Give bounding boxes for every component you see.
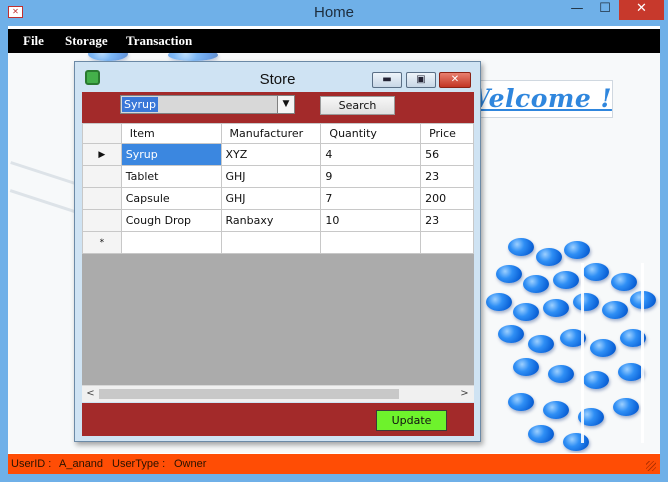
item-search-combobox[interactable]: Syrup bbox=[120, 95, 295, 114]
window-border-right bbox=[660, 26, 668, 476]
store-close-button[interactable]: ✕ bbox=[439, 72, 471, 88]
pill-image bbox=[543, 401, 569, 419]
store-datagrid[interactable]: Item Manufacturer Quantity Price ▶ Syrup… bbox=[82, 123, 474, 401]
table-cell[interactable]: Ranbaxy bbox=[220, 209, 322, 232]
pill-image bbox=[508, 238, 534, 256]
table-cell[interactable]: 4 bbox=[320, 143, 422, 166]
userid-value: A_anand bbox=[59, 458, 104, 470]
table-cell[interactable]: 23 bbox=[420, 165, 474, 188]
pill-image bbox=[508, 393, 534, 411]
pill-image bbox=[543, 299, 569, 317]
pill-image bbox=[563, 433, 589, 451]
table-row[interactable]: Cough Drop Ranbaxy 10 23 bbox=[82, 209, 474, 232]
row-header-corner bbox=[82, 123, 122, 144]
resize-grip-icon[interactable] bbox=[646, 461, 656, 471]
table-cell[interactable]: XYZ bbox=[220, 143, 322, 166]
table-cell[interactable]: Tablet bbox=[120, 165, 222, 188]
pill-image bbox=[590, 339, 616, 357]
window-border-bottom bbox=[0, 474, 668, 482]
window-border-left bbox=[0, 26, 8, 476]
new-row[interactable]: * bbox=[82, 231, 474, 254]
table-row[interactable]: Tablet GHJ 9 23 bbox=[82, 165, 474, 188]
table-cell[interactable]: 7 bbox=[320, 187, 422, 210]
table-cell[interactable]: 9 bbox=[320, 165, 422, 188]
table-cell[interactable]: Cough Drop bbox=[120, 209, 222, 232]
pill-image bbox=[583, 263, 609, 281]
new-row-icon[interactable]: * bbox=[82, 231, 122, 254]
pill-image bbox=[513, 358, 539, 376]
pill-image bbox=[564, 241, 590, 259]
table-cell[interactable]: 23 bbox=[420, 209, 474, 232]
table-cell[interactable]: 200 bbox=[420, 187, 474, 210]
table-cell[interactable]: 10 bbox=[320, 209, 422, 232]
decor-stripe bbox=[641, 263, 644, 443]
menu-file[interactable]: File bbox=[23, 33, 44, 49]
scrollbar-thumb[interactable] bbox=[99, 389, 399, 399]
pill-image bbox=[553, 271, 579, 289]
store-maximize-button[interactable]: ▣ bbox=[406, 72, 436, 88]
maximize-button[interactable]: ☐ bbox=[592, 0, 618, 20]
main-titlebar[interactable]: ✕ Home — ☐ ✕ bbox=[0, 0, 668, 26]
menu-bar: File Storage Transaction bbox=[8, 29, 660, 53]
scroll-left-icon[interactable]: < bbox=[83, 387, 98, 401]
row-header[interactable] bbox=[82, 209, 122, 232]
row-header[interactable] bbox=[82, 187, 122, 210]
table-cell[interactable]: 56 bbox=[420, 143, 474, 166]
table-cell[interactable]: GHJ bbox=[220, 165, 322, 188]
pill-image bbox=[536, 248, 562, 266]
horizontal-scrollbar[interactable]: < > bbox=[82, 385, 474, 402]
table-row[interactable]: ▶ Syrup XYZ 4 56 bbox=[82, 143, 474, 166]
menu-storage[interactable]: Storage bbox=[65, 33, 108, 49]
table-cell[interactable]: Capsule bbox=[120, 187, 222, 210]
table-cell[interactable] bbox=[120, 231, 222, 254]
pill-image bbox=[602, 301, 628, 319]
pill-image bbox=[528, 425, 554, 443]
usertype-value: Owner bbox=[174, 458, 207, 470]
menu-transaction[interactable]: Transaction bbox=[126, 33, 192, 49]
item-search-value: Syrup bbox=[122, 97, 158, 112]
close-button[interactable]: ✕ bbox=[619, 0, 664, 20]
welcome-banner: Welcome ! bbox=[461, 80, 613, 118]
userid-label: UserID : bbox=[11, 458, 52, 470]
row-header[interactable] bbox=[82, 165, 122, 188]
pill-image bbox=[498, 325, 524, 343]
search-button[interactable]: Search bbox=[320, 96, 395, 115]
pill-image bbox=[523, 275, 549, 293]
current-row-icon[interactable]: ▶ bbox=[82, 143, 122, 166]
decor-stripe bbox=[581, 263, 584, 443]
table-cell[interactable] bbox=[320, 231, 422, 254]
status-bar: UserID : A_anand UserType : Owner bbox=[8, 454, 660, 474]
update-button[interactable]: Update bbox=[376, 410, 447, 431]
minimize-button[interactable]: — bbox=[564, 0, 590, 20]
pill-image bbox=[496, 265, 522, 283]
column-header-price[interactable]: Price bbox=[420, 123, 474, 144]
pill-image bbox=[611, 273, 637, 291]
pill-image bbox=[168, 53, 218, 61]
pill-image bbox=[513, 303, 539, 321]
search-panel: Syrup ▼ Search bbox=[82, 92, 474, 123]
table-cell[interactable]: Syrup bbox=[120, 143, 222, 166]
column-header-item[interactable]: Item bbox=[120, 123, 222, 144]
pill-image bbox=[486, 293, 512, 311]
scroll-right-icon[interactable]: > bbox=[457, 387, 472, 401]
table-cell[interactable] bbox=[420, 231, 474, 254]
pill-image bbox=[583, 371, 609, 389]
pill-image bbox=[548, 365, 574, 383]
table-cell[interactable] bbox=[220, 231, 322, 254]
pill-image bbox=[88, 53, 128, 61]
table-cell[interactable]: GHJ bbox=[220, 187, 322, 210]
column-header-manufacturer[interactable]: Manufacturer bbox=[220, 123, 322, 144]
column-header-quantity[interactable]: Quantity bbox=[320, 123, 422, 144]
pill-image bbox=[613, 398, 639, 416]
store-window: Store ▬ ▣ ✕ Syrup ▼ Search Item Manufact… bbox=[74, 61, 481, 442]
usertype-label: UserType : bbox=[112, 458, 166, 470]
dropdown-arrow-icon[interactable]: ▼ bbox=[277, 95, 295, 114]
action-panel: Update bbox=[82, 403, 474, 436]
store-minimize-button[interactable]: ▬ bbox=[372, 72, 402, 88]
pill-image bbox=[573, 293, 599, 311]
pill-image bbox=[528, 335, 554, 353]
table-row[interactable]: Capsule GHJ 7 200 bbox=[82, 187, 474, 210]
